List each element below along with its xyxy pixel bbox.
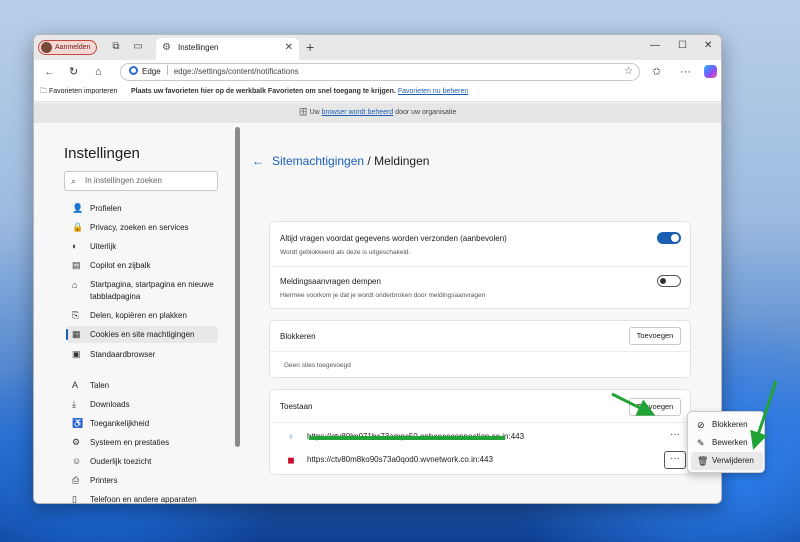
annotation-arrow xyxy=(611,392,656,416)
annotation-arrows xyxy=(611,380,778,450)
annotation-arrow xyxy=(750,380,778,450)
